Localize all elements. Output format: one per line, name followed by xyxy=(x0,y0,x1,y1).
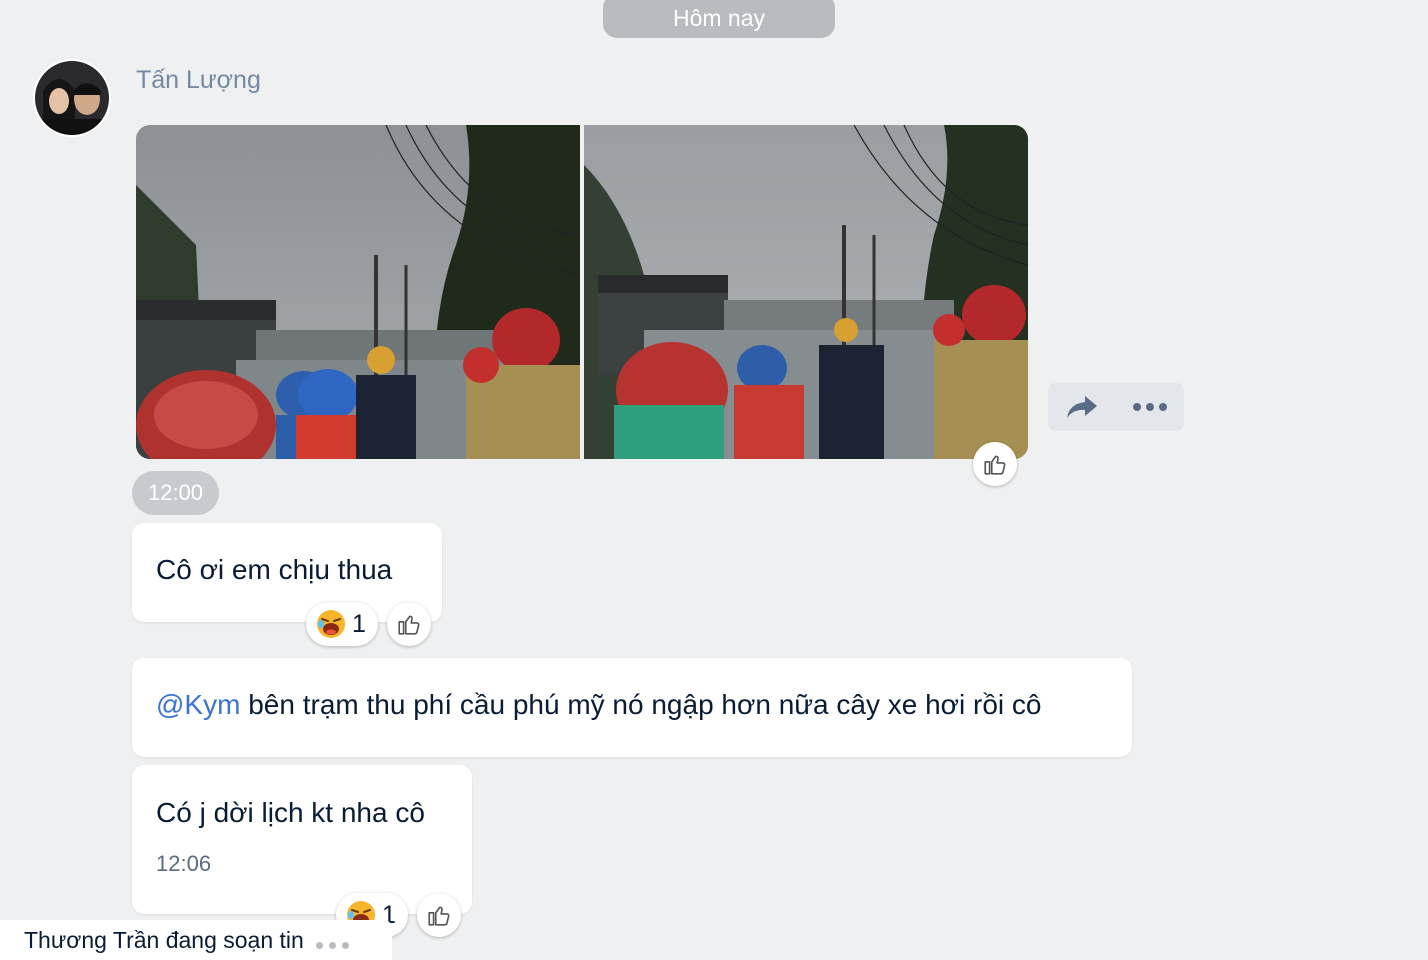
message-text: bên trạm thu phí cầu phú mỹ nó ngập hơn … xyxy=(240,689,1042,720)
laughing-emoji-icon xyxy=(317,610,345,638)
time-pill: 12:00 xyxy=(132,471,219,515)
message-text: Có j dời lịch kt nha cô xyxy=(156,797,425,828)
like-button[interactable] xyxy=(387,602,431,646)
reaction-count-pill[interactable]: 1 xyxy=(306,602,378,646)
more-icon[interactable] xyxy=(1132,402,1168,412)
message-action-bar xyxy=(1048,383,1184,431)
thumbs-up-icon xyxy=(398,615,420,635)
thumbs-up-icon xyxy=(428,906,450,926)
sender-name: Tấn Lượng xyxy=(136,66,261,94)
message-bubble[interactable]: @Kym bên trạm thu phí cầu phú mỹ nó ngập… xyxy=(132,658,1132,757)
thumbs-up-icon xyxy=(984,455,1006,475)
message-bubble[interactable]: Có j dời lịch kt nha cô 12:06 xyxy=(132,765,472,914)
typing-indicator: Thương Trần đang soạn tin xyxy=(0,920,392,960)
typing-text: Thương Trần đang soạn tin xyxy=(24,926,304,953)
photo-like-button[interactable] xyxy=(973,442,1017,486)
typing-dots-icon xyxy=(315,941,349,949)
avatar[interactable] xyxy=(33,59,111,137)
photo-1[interactable] xyxy=(136,125,580,459)
date-separator: Hôm nay xyxy=(603,0,835,38)
photo-2[interactable] xyxy=(584,125,1028,459)
mention-link[interactable]: @Kym xyxy=(156,689,240,720)
message-text: Cô ơi em chịu thua xyxy=(156,554,393,585)
share-icon[interactable] xyxy=(1065,394,1099,420)
like-button[interactable] xyxy=(417,893,461,937)
reaction-count: 1 xyxy=(352,609,366,638)
message-time: 12:06 xyxy=(156,851,212,876)
